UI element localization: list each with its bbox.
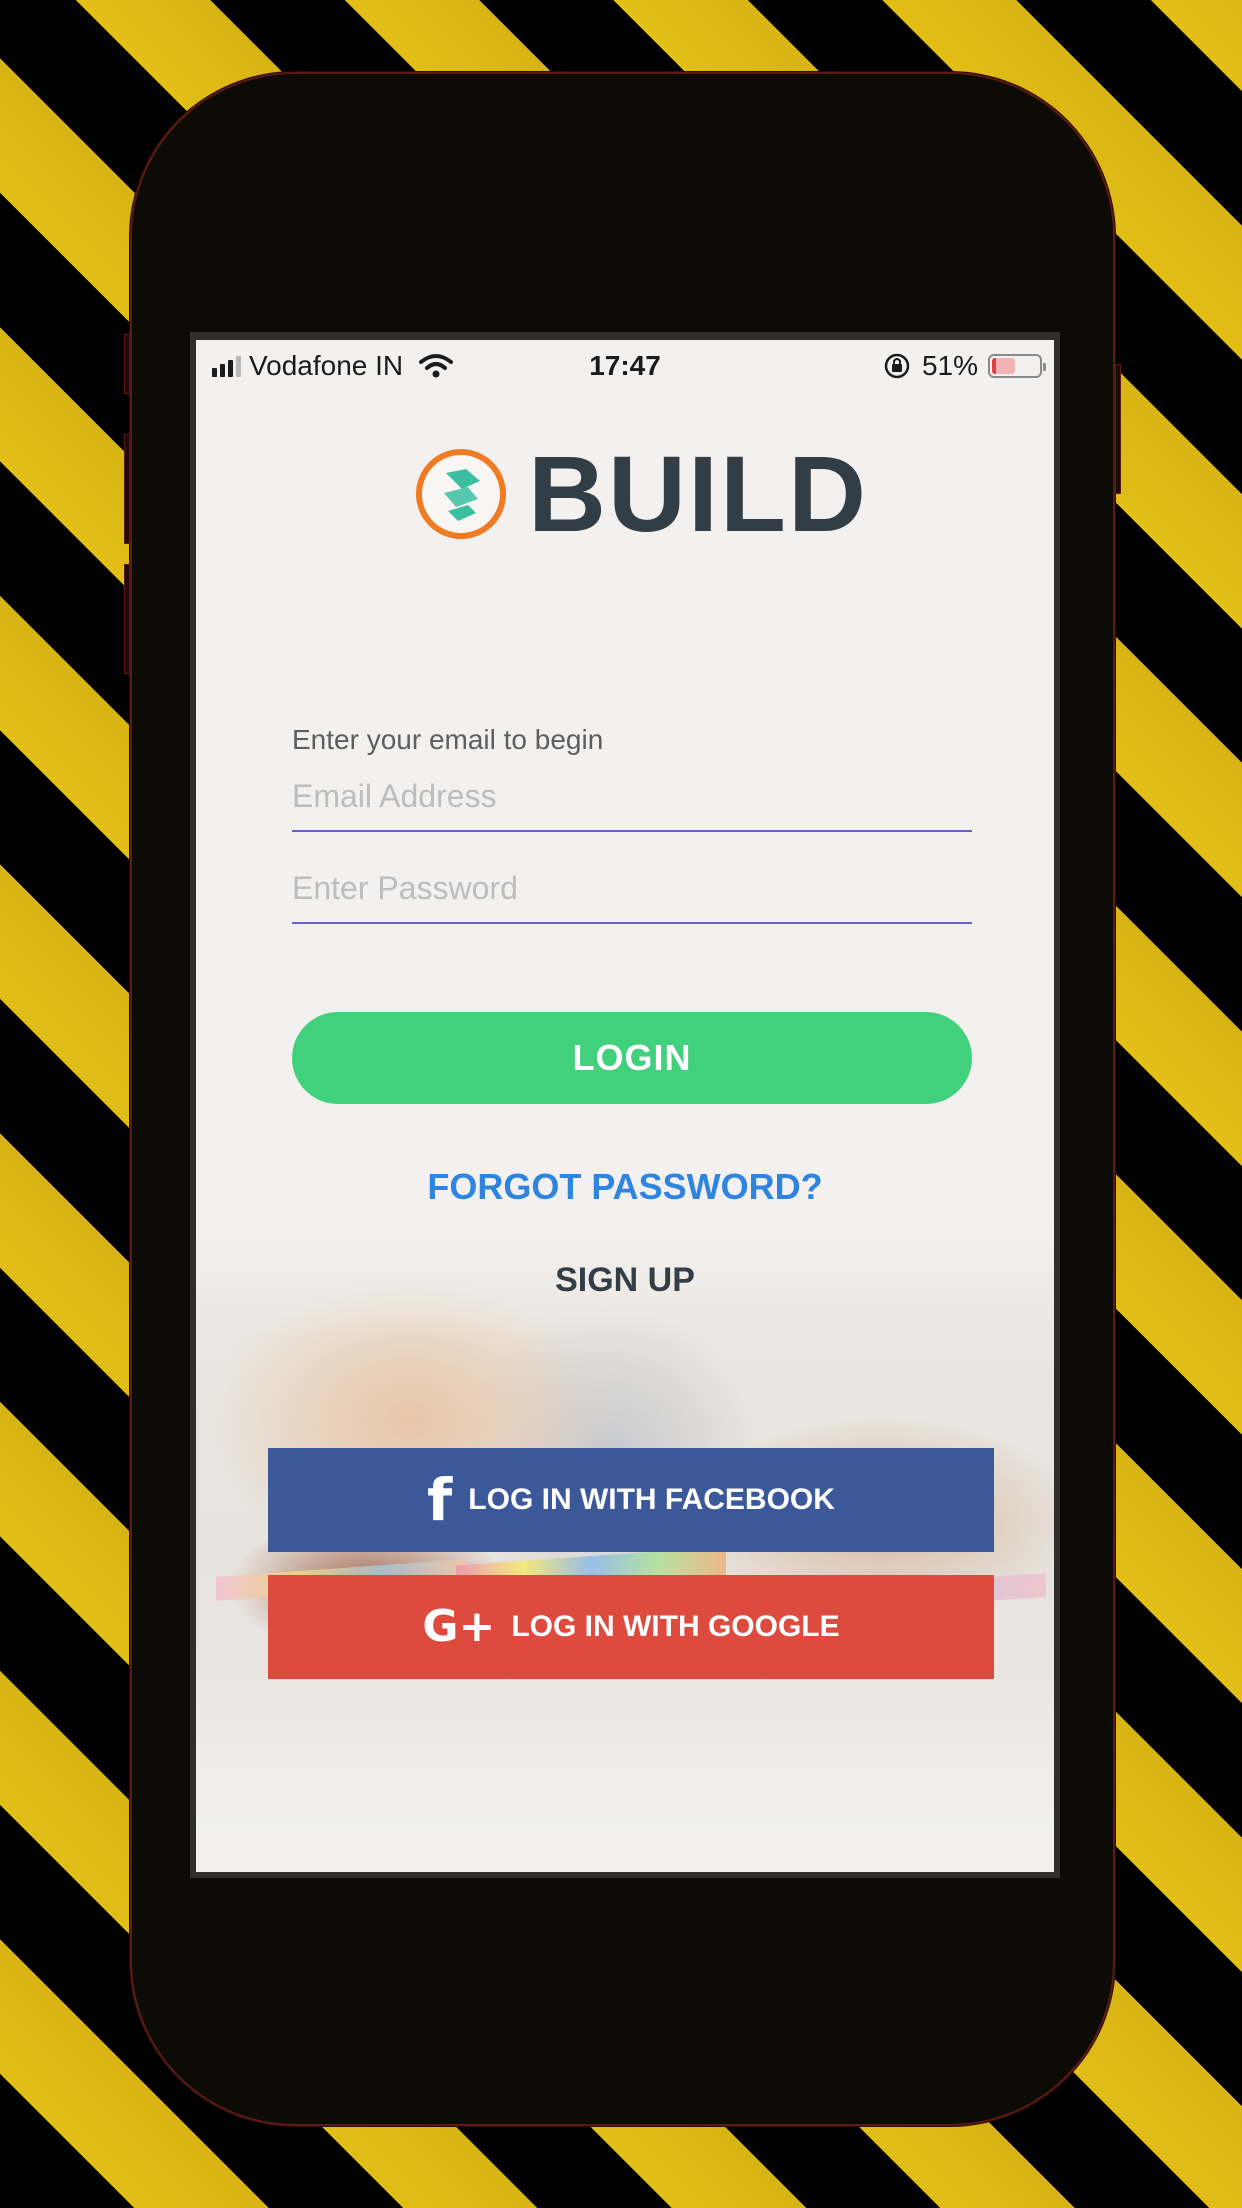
login-button[interactable]: LOGIN (292, 1012, 972, 1104)
password-field[interactable] (292, 854, 972, 924)
battery-level (992, 358, 1016, 374)
google-login-label: LOG IN WITH GOOGLE (511, 1610, 840, 1643)
status-right: 51% (882, 350, 1046, 382)
status-bar: Vodafone IN 17:47 51% (196, 340, 1054, 390)
facebook-icon: f (427, 1466, 453, 1534)
facebook-login-button[interactable]: f LOG IN WITH FACEBOOK (268, 1448, 994, 1552)
app-logo: BUILD (416, 440, 868, 548)
facebook-login-label: LOG IN WITH FACEBOOK (468, 1483, 835, 1516)
google-login-button[interactable]: G+ LOG IN WITH GOOGLE (268, 1575, 994, 1679)
power-button (1115, 364, 1121, 494)
signup-link[interactable]: SIGN UP (196, 1261, 1054, 1300)
google-plus-icon: G+ (422, 1601, 496, 1652)
forgot-password-link[interactable]: FORGOT PASSWORD? (196, 1166, 1054, 1208)
logo-wordmark: BUILD (528, 433, 868, 554)
orientation-lock-icon (884, 353, 910, 379)
mute-switch (124, 334, 130, 394)
volume-down-button (124, 564, 130, 674)
battery-percent: 51% (921, 350, 978, 381)
email-field[interactable] (292, 762, 972, 832)
battery-icon (988, 354, 1046, 378)
email-prompt: Enter your email to begin (292, 724, 604, 755)
volume-up-button (124, 434, 130, 544)
login-screen: Vodafone IN 17:47 51% BUILD Enter your e… (190, 332, 1060, 1878)
logo-mark-icon (416, 449, 506, 539)
